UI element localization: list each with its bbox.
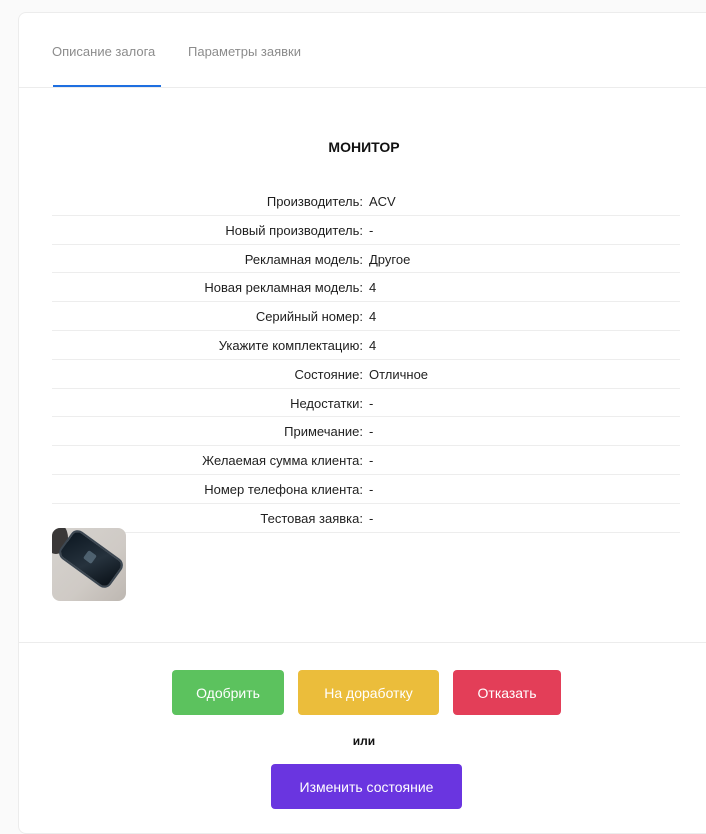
detail-label: Тестовая заявка:: [260, 510, 363, 526]
detail-label: Недостатки:: [290, 395, 363, 411]
change-state-button[interactable]: Изменить состояние: [271, 764, 462, 809]
tab-bar: Описание залога Параметры заявки: [19, 13, 706, 88]
detail-label: Желаемая сумма клиента:: [202, 453, 363, 469]
pledge-card: Описание залога Параметры заявки МОНИТОР…: [18, 12, 706, 834]
detail-row: Номер телефона клиента: -: [52, 475, 680, 504]
detail-value: 4: [369, 337, 377, 353]
detail-value: -: [369, 424, 374, 440]
detail-value: -: [369, 510, 374, 526]
detail-value: -: [369, 481, 374, 497]
detail-label: Состояние:: [294, 366, 363, 382]
detail-row: Рекламная модель: Другое: [52, 245, 680, 274]
detail-row: Производитель: ACV: [52, 187, 680, 216]
tab-request-parameters[interactable]: Параметры заявки: [188, 44, 301, 59]
detail-label: Производитель:: [266, 194, 363, 209]
detail-row: Новый производитель: -: [52, 216, 680, 245]
detail-value: ACV: [369, 194, 396, 209]
tab-pledge-description[interactable]: Описание залога: [52, 44, 155, 59]
detail-label: Укажите комплектацию:: [218, 337, 363, 353]
item-title: МОНИТОР: [328, 139, 400, 155]
section-divider: [19, 642, 706, 643]
detail-row: Недостатки: -: [52, 389, 680, 418]
detail-value: -: [369, 222, 374, 238]
detail-row: Желаемая сумма клиента: -: [52, 446, 680, 475]
details-list: Производитель: ACV Новый производитель: …: [52, 187, 680, 533]
reject-button[interactable]: Отказать: [453, 670, 561, 715]
detail-value: 4: [369, 280, 377, 296]
detail-label: Серийный номер:: [255, 309, 363, 325]
detail-value: Отличное: [369, 366, 429, 382]
detail-row: Тестовая заявка: -: [52, 504, 680, 533]
send-for-revision-button[interactable]: На доработку: [298, 670, 439, 715]
or-separator: или: [352, 734, 376, 748]
approve-button[interactable]: Одобрить: [172, 670, 284, 715]
detail-row: Новая рекламная модель: 4: [52, 273, 680, 303]
detail-value: 4: [369, 309, 377, 325]
detail-value: Другое: [369, 251, 411, 267]
item-photo-thumbnail[interactable]: [52, 528, 126, 601]
detail-label: Новый производитель:: [225, 222, 363, 238]
detail-row: Примечание: -: [52, 417, 680, 447]
detail-label: Примечание:: [284, 424, 363, 440]
detail-row: Состояние: Отличное: [52, 360, 680, 389]
active-tab-indicator: [53, 85, 161, 87]
detail-label: Номер телефона клиента:: [204, 481, 363, 497]
phone-image: [58, 529, 124, 589]
detail-row: Серийный номер: 4: [52, 302, 680, 331]
detail-value: -: [369, 395, 374, 411]
detail-row: Укажите комплектацию: 4: [52, 331, 680, 360]
detail-value: -: [369, 453, 374, 469]
detail-label: Рекламная модель:: [244, 251, 363, 267]
detail-label: Новая рекламная модель:: [204, 280, 363, 296]
